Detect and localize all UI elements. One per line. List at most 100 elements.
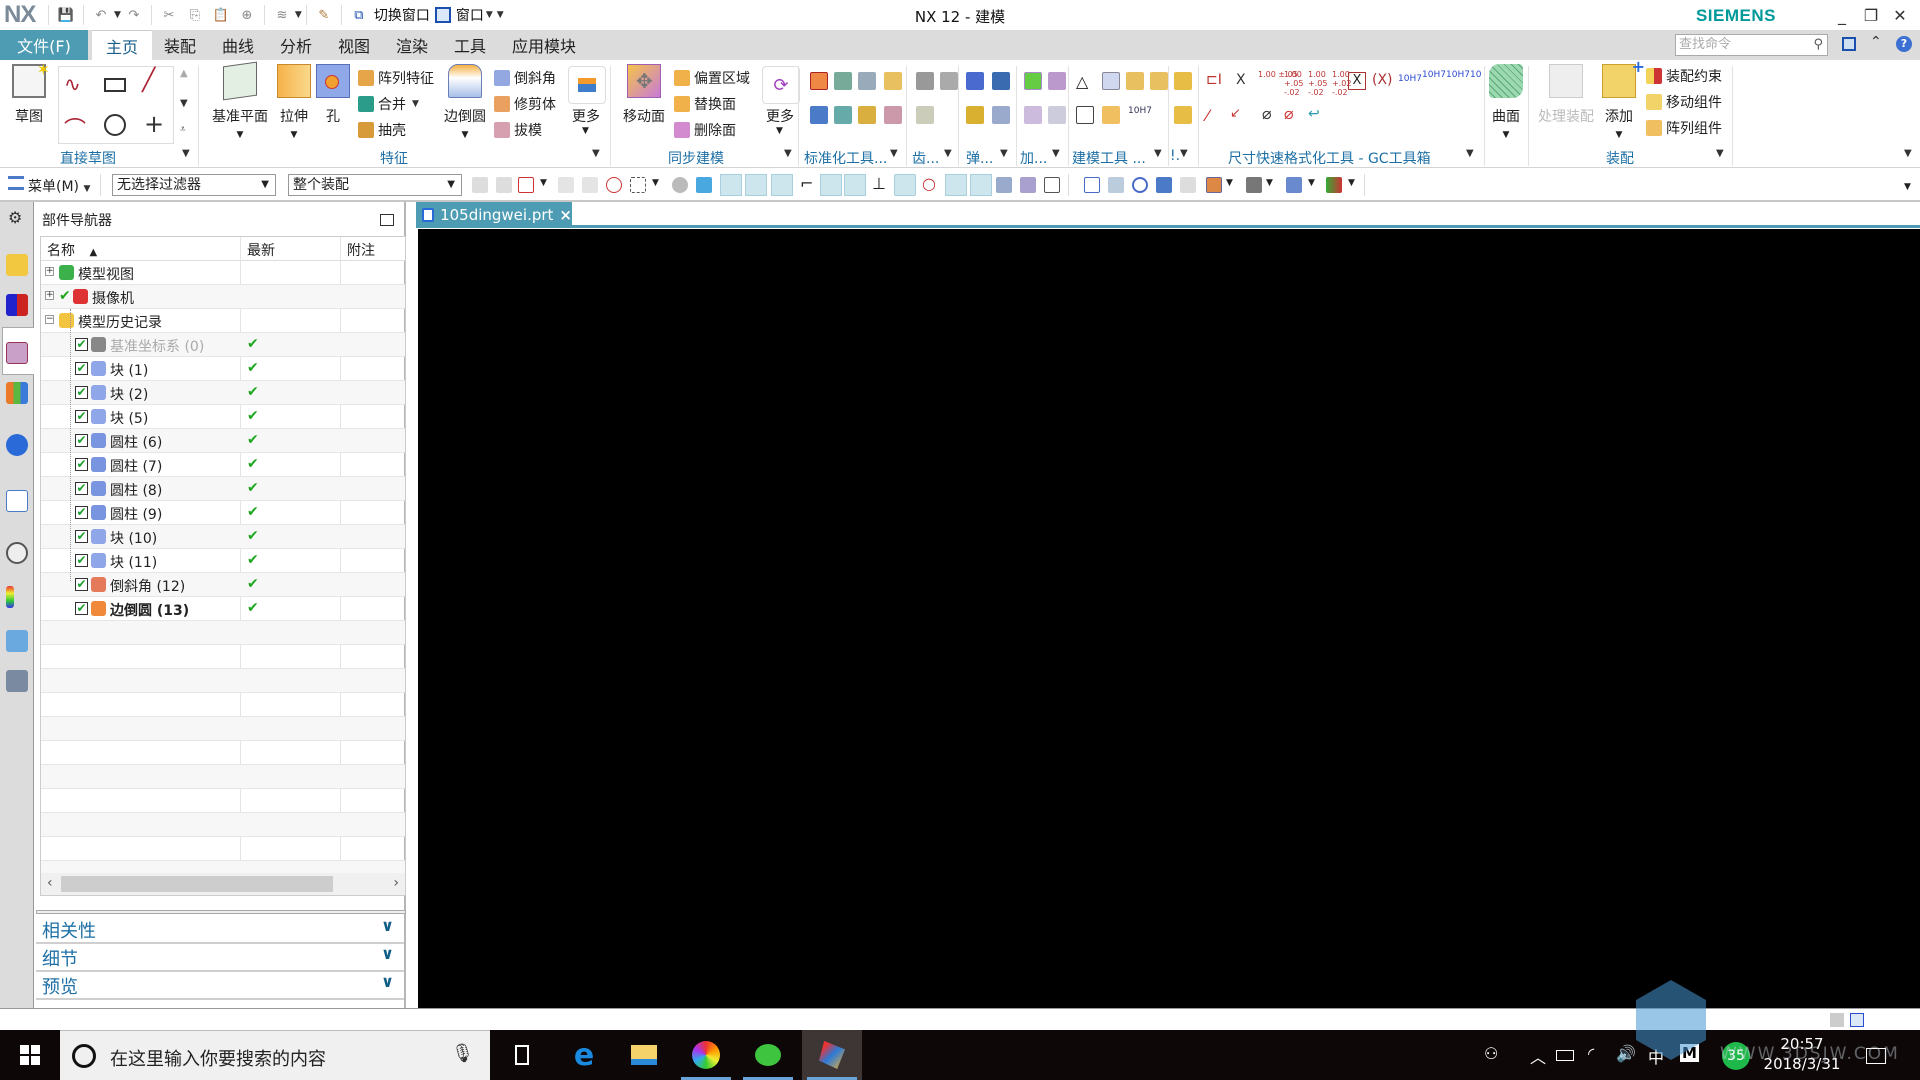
chevron-down-icon[interactable]: ∨	[381, 916, 394, 935]
fit-10-icon[interactable]: 10	[1470, 70, 1481, 80]
panel-dependencies[interactable]: 相关性 ∨	[36, 916, 404, 944]
tree-node[interactable]: ✔ 块 (1) ✔	[41, 357, 405, 381]
render-style-dropdown[interactable]: ▼	[1226, 178, 1233, 188]
status-icon-2[interactable]	[1850, 1013, 1864, 1027]
document-tab[interactable]: 105dingwei.prt ×	[416, 202, 572, 228]
gallery-scroll-down[interactable]: ▼	[180, 98, 188, 109]
feature-checkbox[interactable]: ✔	[75, 410, 88, 423]
extrude-button[interactable]: 拉伸 ▼	[274, 64, 314, 140]
search-icon[interactable]: ⚲	[1813, 35, 1823, 55]
arc-icon[interactable]: ⌒	[64, 112, 86, 144]
snap-filter-icon[interactable]	[518, 177, 534, 193]
switch-window-button[interactable]: 切换窗口	[374, 5, 430, 25]
reuse-library-icon[interactable]	[6, 382, 28, 404]
add-tool-2-icon[interactable]	[1048, 72, 1066, 90]
tree-node[interactable]: ✔ 块 (11) ✔	[41, 549, 405, 573]
gear-tool-3-icon[interactable]	[916, 106, 934, 124]
battery-icon[interactable]	[1556, 1050, 1574, 1061]
group-menu-std-tools[interactable]: ▼	[890, 148, 898, 159]
tree-node[interactable]: ✔ 块 (5) ✔	[41, 405, 405, 429]
window-icon[interactable]	[434, 7, 451, 23]
snap-existing-point-toggle[interactable]	[945, 174, 967, 196]
group-menu-spring[interactable]: ▼	[1000, 148, 1008, 159]
photo-app-button[interactable]	[676, 1030, 736, 1080]
spring-tool-3-icon[interactable]	[966, 106, 984, 124]
snap-point-enable-toggle[interactable]	[720, 174, 742, 196]
touch-mode-icon[interactable]: ✎	[314, 5, 334, 25]
feature-more-button[interactable]: 更多	[572, 106, 600, 126]
group-menu-misc[interactable]: ▼	[1180, 148, 1188, 159]
window-menu-button[interactable]: 窗口	[456, 5, 484, 25]
edge-browser-button[interactable]: e	[554, 1030, 614, 1080]
chevron-down-icon[interactable]: ∨	[381, 944, 394, 963]
feature-checkbox[interactable]: ✔	[75, 458, 88, 471]
fit-tool-icon[interactable]: 10H7	[1128, 106, 1152, 116]
feature-checkbox[interactable]: ✔	[75, 554, 88, 567]
dim-angle-icon[interactable]: ⁄	[1206, 106, 1209, 125]
trim-body-button[interactable]: 修剪体	[494, 94, 556, 114]
web-browser-icon[interactable]	[6, 490, 28, 512]
column-header-latest[interactable]: 最新	[247, 240, 275, 260]
customize-quick-access[interactable]: ▼	[497, 10, 504, 20]
selection-scope-dropdown[interactable]: 整个装配 ▼	[288, 174, 462, 196]
switch-window-icon[interactable]: ⧉	[349, 5, 369, 25]
tab-assembly[interactable]: 装配	[152, 30, 208, 60]
snap-circle-center-toggle[interactable]	[894, 174, 916, 196]
tree-node[interactable]: ✔ 圆柱 (9) ✔	[41, 501, 405, 525]
std-tool-1-icon[interactable]	[810, 72, 828, 90]
history-icon[interactable]	[6, 542, 28, 564]
command-finder-input[interactable]: 查找命令 ⚲	[1675, 34, 1828, 56]
process-studio-icon[interactable]	[6, 630, 28, 652]
task-view-button[interactable]	[492, 1030, 552, 1080]
delete-face-button[interactable]: 删除面	[674, 120, 736, 140]
add-tool-1-icon[interactable]	[1024, 72, 1042, 90]
gear-tool-1-icon[interactable]	[916, 72, 934, 90]
pattern-component-button[interactable]: 阵列组件	[1646, 118, 1722, 138]
shell-button[interactable]: 抽壳	[358, 120, 406, 140]
std-tool-6-icon[interactable]	[834, 106, 852, 124]
select-tool-1-icon[interactable]	[558, 177, 574, 193]
hole-button[interactable]: 孔	[316, 64, 350, 126]
snap-endpoint-toggle[interactable]	[745, 174, 767, 196]
tree-node[interactable]: ✔ 圆柱 (6) ✔	[41, 429, 405, 453]
feature-checkbox[interactable]: ✔	[75, 434, 88, 447]
tree-node[interactable]: + 模型视图	[41, 261, 405, 285]
collapse-ribbon-icon[interactable]: ⌃	[1870, 34, 1882, 50]
dim-tol-3-icon[interactable]: 1.00 +.05 -.02	[1308, 70, 1328, 97]
feature-checkbox[interactable]: ✔	[75, 578, 88, 591]
pan-icon[interactable]	[1108, 177, 1124, 193]
group-menu-sync-modeling[interactable]: ▼	[784, 148, 792, 159]
copy-icon[interactable]: ⎘	[185, 5, 205, 25]
sync-more-icon[interactable]: ⟳	[762, 66, 800, 104]
replace-face-button[interactable]: 替换面	[674, 94, 736, 114]
filter-2-icon[interactable]	[496, 177, 512, 193]
fit-10h7-3-icon[interactable]: 10H7	[1446, 70, 1470, 80]
tree-node[interactable]: ✔ 基准坐标系 (0) ✔	[41, 333, 405, 357]
selection-filter-dropdown[interactable]: 无选择过滤器 ▼	[112, 174, 276, 196]
triangle-tool-icon[interactable]: △	[1076, 72, 1088, 91]
group-menu-model-tools[interactable]: ▼	[1154, 148, 1162, 159]
camera-view-dropdown[interactable]: ▼	[1266, 178, 1273, 188]
part-navigator-icon[interactable]	[6, 342, 28, 364]
tree-expander-icon[interactable]: +	[45, 291, 54, 300]
roles-icon[interactable]	[6, 670, 28, 692]
fit-view-icon[interactable]	[1084, 177, 1100, 193]
gallery-scroll-up[interactable]: ▲	[180, 68, 188, 79]
select-tool-5-icon[interactable]	[696, 177, 712, 193]
tab-application[interactable]: 应用模块	[502, 30, 586, 60]
render-style-icon[interactable]	[1206, 177, 1222, 193]
rectangle-select-dropdown[interactable]: ▼	[652, 178, 659, 188]
dimension-tool-icon[interactable]	[1102, 106, 1120, 124]
horizontal-scrollbar[interactable]: ‹ ›	[41, 873, 405, 895]
snap-arc-center-icon[interactable]: ⊥	[872, 174, 886, 193]
add-tool-4-icon[interactable]	[1048, 106, 1066, 124]
close-button[interactable]: ✕	[1882, 2, 1918, 28]
tree-node[interactable]: ✔ 块 (2) ✔	[41, 381, 405, 405]
snap-curve-point-toggle[interactable]	[844, 174, 866, 196]
spring-tool-1-icon[interactable]	[966, 72, 984, 90]
chamfer-button[interactable]: 倒斜角	[494, 68, 556, 88]
snap-midpoint-toggle[interactable]	[771, 174, 793, 196]
pattern-feature-button[interactable]: 阵列特征	[358, 68, 434, 88]
snap-control-point-icon[interactable]: ⌐	[800, 174, 813, 193]
surface-button[interactable]: 曲面 ▼	[1488, 64, 1524, 140]
